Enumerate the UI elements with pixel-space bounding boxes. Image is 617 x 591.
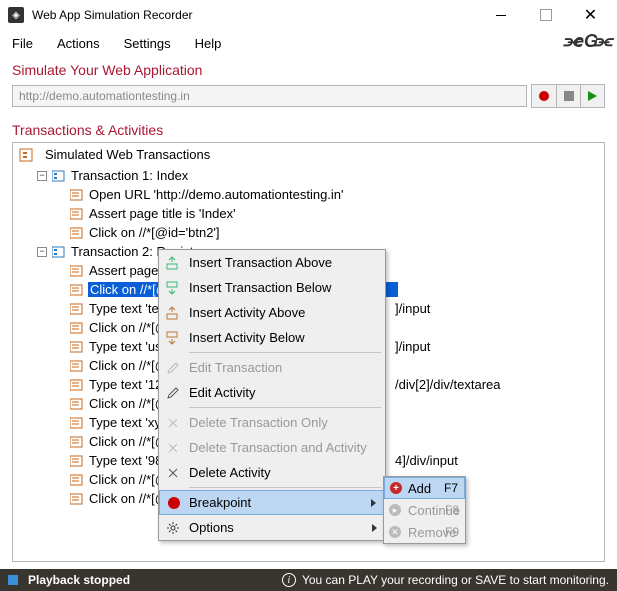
edit-icon — [165, 385, 181, 401]
activity-icon — [69, 416, 85, 430]
activity-icon — [69, 207, 85, 221]
delete-icon — [165, 415, 181, 431]
menubar: File Actions Settings Help ⫘eG⫘ — [0, 30, 617, 56]
transaction-icon — [51, 169, 67, 183]
url-input[interactable] — [12, 85, 527, 107]
activity-icon — [69, 264, 85, 278]
breakpoint-icon — [166, 495, 182, 511]
ctx-edit-act[interactable]: Edit Activity — [159, 380, 385, 405]
status-left: Playback stopped — [28, 573, 282, 587]
activity-icon — [69, 473, 85, 487]
activity-icon — [69, 378, 85, 392]
edit-icon — [165, 360, 181, 376]
ctx-breakpoint[interactable]: Breakpoint — [159, 490, 385, 515]
activity-icon — [69, 397, 85, 411]
menu-settings[interactable]: Settings — [120, 34, 175, 53]
insert-above-icon — [165, 255, 181, 271]
menu-help[interactable]: Help — [191, 34, 226, 53]
ctx-insert-act-above[interactable]: Insert Activity Above — [159, 300, 385, 325]
remove-icon: ✕ — [388, 525, 402, 539]
submenu-arrow-icon — [372, 524, 377, 532]
breakpoint-submenu: + Add F7 ▸ Continue F8 ✕ Remove F9 — [383, 476, 466, 544]
gear-icon — [165, 520, 181, 536]
submenu-add[interactable]: + Add F7 — [384, 477, 465, 499]
record-button[interactable] — [532, 85, 556, 107]
activity-icon — [69, 226, 85, 240]
tree-item-label: Open URL 'http://demo.automationtesting.… — [88, 187, 345, 202]
activity-icon — [69, 283, 85, 297]
delete-icon — [165, 465, 181, 481]
tree-row[interactable]: Assert page title is 'Index' — [19, 204, 598, 223]
transaction-icon — [51, 245, 67, 259]
tree-row[interactable]: Open URL 'http://demo.automationtesting.… — [19, 185, 598, 204]
activity-icon — [69, 454, 85, 468]
brand-logo: ⫘eG⫘ — [567, 30, 605, 53]
app-icon: ◈ — [8, 7, 24, 23]
insert-act-above-icon — [165, 305, 181, 321]
activity-icon — [69, 188, 85, 202]
titlebar: ◈ Web App Simulation Recorder ✕ — [0, 0, 617, 30]
recorder-controls — [531, 84, 605, 108]
tree-row[interactable]: Click on //*[@id='btn2'] — [19, 223, 598, 242]
maximize-button[interactable] — [523, 0, 568, 30]
statusbar: Playback stopped i You can PLAY your rec… — [0, 569, 617, 591]
expander-icon[interactable]: − — [37, 171, 47, 181]
context-menu: Insert Transaction Above Insert Transact… — [158, 249, 386, 541]
activity-icon — [69, 340, 85, 354]
stop-icon — [564, 91, 574, 101]
info-icon: i — [282, 573, 296, 587]
status-right: You can PLAY your recording or SAVE to s… — [302, 573, 609, 587]
tree-row[interactable]: − Transaction 1: Index — [19, 166, 598, 185]
transactions-root-icon — [19, 148, 35, 162]
ctx-insert-act-below[interactable]: Insert Activity Below — [159, 325, 385, 350]
section-simulate-header: Simulate Your Web Application — [0, 56, 617, 82]
tree-root[interactable]: Simulated Web Transactions — [13, 143, 604, 166]
ctx-insert-tx-below[interactable]: Insert Transaction Below — [159, 275, 385, 300]
ctx-del-tx-act: Delete Transaction and Activity — [159, 435, 385, 460]
submenu-continue: ▸ Continue F8 — [384, 499, 465, 521]
activity-icon — [69, 492, 85, 506]
insert-below-icon — [165, 280, 181, 296]
minimize-button[interactable] — [478, 0, 523, 30]
ctx-del-act[interactable]: Delete Activity — [159, 460, 385, 485]
ctx-del-tx-only: Delete Transaction Only — [159, 410, 385, 435]
add-breakpoint-icon: + — [389, 481, 403, 495]
insert-act-below-icon — [165, 330, 181, 346]
submenu-arrow-icon — [371, 499, 376, 507]
play-button[interactable] — [580, 85, 604, 107]
record-icon — [539, 91, 549, 101]
activity-icon — [69, 321, 85, 335]
section-transactions-header: Transactions & Activities — [0, 116, 617, 142]
submenu-remove: ✕ Remove F9 — [384, 521, 465, 543]
continue-icon: ▸ — [388, 503, 402, 517]
activity-icon — [69, 359, 85, 373]
play-icon — [588, 91, 597, 101]
ctx-options[interactable]: Options — [159, 515, 385, 540]
expander-icon[interactable]: − — [37, 247, 47, 257]
delete-icon — [165, 440, 181, 456]
activity-icon — [69, 302, 85, 316]
tree-item-label: Click on //*[@id='btn2'] — [88, 225, 221, 240]
menu-actions[interactable]: Actions — [53, 34, 104, 53]
close-button[interactable]: ✕ — [568, 0, 613, 30]
status-stop-icon — [8, 575, 18, 585]
activity-icon — [69, 435, 85, 449]
ctx-edit-tx: Edit Transaction — [159, 355, 385, 380]
tree-item-label: Transaction 1: Index — [70, 168, 189, 183]
stop-button[interactable] — [556, 85, 580, 107]
tree-item-label: Assert page title is 'Index' — [88, 206, 237, 221]
window-title: Web App Simulation Recorder — [32, 8, 478, 22]
ctx-insert-tx-above[interactable]: Insert Transaction Above — [159, 250, 385, 275]
menu-file[interactable]: File — [8, 34, 37, 53]
